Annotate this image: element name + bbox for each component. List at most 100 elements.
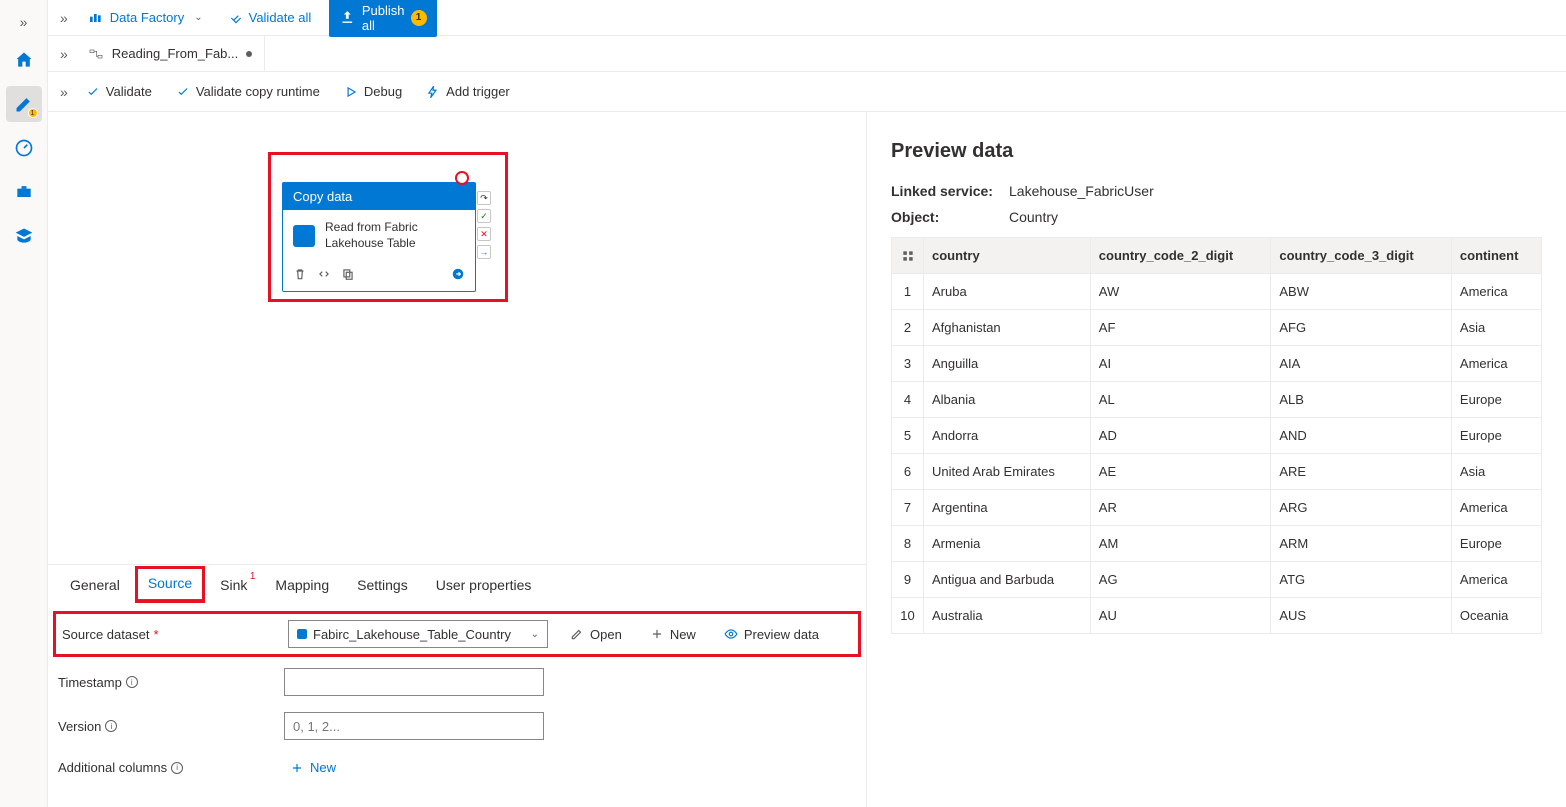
- row-index: 1: [892, 274, 924, 310]
- linked-service-value: Lakehouse_FabricUser: [1009, 183, 1154, 199]
- pipeline-icon: [88, 46, 104, 62]
- table-cell: United Arab Emirates: [924, 454, 1091, 490]
- activity-name-line2: Lakehouse Table: [325, 236, 418, 252]
- source-dataset-row: Source dataset * Fabirc_Lakehouse_Table_…: [58, 616, 856, 652]
- table-cell: ATG: [1271, 562, 1452, 598]
- check-icon: [86, 85, 100, 99]
- brand-selector[interactable]: Data Factory ⌄: [80, 6, 211, 30]
- validate-button[interactable]: Validate: [76, 78, 162, 105]
- new-label: New: [670, 627, 696, 642]
- play-icon: [344, 85, 358, 99]
- eye-icon: [724, 627, 738, 641]
- version-label: Version i: [58, 719, 268, 734]
- nav-home[interactable]: [6, 42, 42, 78]
- publish-count-badge: 1: [411, 10, 427, 26]
- handle-success-icon[interactable]: ✓: [477, 209, 491, 223]
- source-dataset-select[interactable]: Fabirc_Lakehouse_Table_Country ⌄: [288, 620, 548, 648]
- validate-all-button[interactable]: Validate all: [219, 6, 322, 29]
- table-cell: AG: [1090, 562, 1271, 598]
- file-tab[interactable]: Reading_From_Fab...: [76, 36, 265, 72]
- object-value: Country: [1009, 209, 1058, 225]
- add-column-button[interactable]: New: [284, 756, 342, 779]
- activity-name: Read from Fabric Lakehouse Table: [325, 220, 418, 251]
- table-cell: Albania: [924, 382, 1091, 418]
- new-dataset-button[interactable]: New: [644, 623, 702, 646]
- debug-button[interactable]: Debug: [334, 78, 412, 105]
- nav-manage[interactable]: [6, 174, 42, 210]
- tab-general[interactable]: General: [58, 569, 132, 601]
- nav-expand-icon[interactable]: »: [14, 8, 34, 36]
- copy-activity-node[interactable]: Copy data Read from Fabric Lakehouse Tab…: [282, 182, 476, 292]
- table-cell: AL: [1090, 382, 1271, 418]
- table-cell: ABW: [1271, 274, 1452, 310]
- nav-author[interactable]: 1: [6, 86, 42, 122]
- add-column-label: New: [310, 760, 336, 775]
- topbar: » Data Factory ⌄ Validate all Publish al…: [48, 0, 1566, 36]
- table-index-header: [892, 238, 924, 274]
- tab-user-properties[interactable]: User properties: [424, 569, 544, 601]
- info-icon[interactable]: i: [126, 676, 138, 688]
- actionrow-expand-icon[interactable]: »: [56, 80, 72, 104]
- nav-monitor[interactable]: [6, 130, 42, 166]
- add-trigger-button[interactable]: Add trigger: [416, 78, 520, 105]
- table-row: 8ArmeniaAMARMEurope: [892, 526, 1542, 562]
- publish-all-button[interactable]: Publish all 1: [329, 0, 436, 37]
- table-row: 5AndorraADANDEurope: [892, 418, 1542, 454]
- tab-sink-badge: 1: [250, 571, 256, 582]
- arrow-right-icon[interactable]: [451, 267, 465, 281]
- plus-icon: [650, 627, 664, 641]
- table-cell: Argentina: [924, 490, 1091, 526]
- table-cell: Oceania: [1451, 598, 1541, 634]
- publish-all-label: Publish all: [362, 3, 405, 33]
- row-index: 5: [892, 418, 924, 454]
- version-input[interactable]: [284, 712, 544, 740]
- table-cell: AD: [1090, 418, 1271, 454]
- table-cell: Europe: [1451, 382, 1541, 418]
- validate-copy-button[interactable]: Validate copy runtime: [166, 78, 330, 105]
- source-dataset-value: Fabirc_Lakehouse_Table_Country: [313, 627, 511, 642]
- file-tab-row: » Reading_From_Fab...: [48, 36, 1566, 72]
- handle-fail-icon[interactable]: ✕: [477, 227, 491, 241]
- table-cell: ARG: [1271, 490, 1452, 526]
- topbar-expand-icon[interactable]: »: [56, 6, 72, 30]
- unsaved-dot-icon: [246, 51, 252, 57]
- row-index: 4: [892, 382, 924, 418]
- tab-source[interactable]: Source: [136, 567, 204, 602]
- row-index: 6: [892, 454, 924, 490]
- preview-data-button[interactable]: Preview data: [718, 623, 825, 646]
- toolbox-icon: [14, 182, 34, 202]
- table-cell: America: [1451, 346, 1541, 382]
- table-header-row: country country_code_2_digit country_cod…: [892, 238, 1542, 274]
- nav-learn[interactable]: [6, 218, 42, 254]
- tabrow-expand-icon[interactable]: »: [56, 42, 72, 66]
- table-cell: Asia: [1451, 454, 1541, 490]
- table-cell: AU: [1090, 598, 1271, 634]
- info-icon[interactable]: i: [171, 762, 183, 774]
- activity-body: Read from Fabric Lakehouse Table: [283, 210, 475, 261]
- table-cell: AFG: [1271, 310, 1452, 346]
- copy-icon[interactable]: [341, 267, 355, 281]
- brand-label: Data Factory: [110, 10, 184, 25]
- table-cell: AIA: [1271, 346, 1452, 382]
- version-label-text: Version: [58, 719, 101, 734]
- tab-sink[interactable]: Sink 1: [208, 569, 259, 601]
- handle-skip-icon[interactable]: ↷: [477, 191, 491, 205]
- code-icon[interactable]: [317, 267, 331, 281]
- col-code3: country_code_3_digit: [1271, 238, 1452, 274]
- tab-mapping[interactable]: Mapping: [263, 569, 341, 601]
- timestamp-label-text: Timestamp: [58, 675, 122, 690]
- timestamp-input[interactable]: [284, 668, 544, 696]
- pipeline-canvas[interactable]: Copy data Read from Fabric Lakehouse Tab…: [48, 112, 866, 564]
- trash-icon[interactable]: [293, 267, 307, 281]
- table-row: 9Antigua and BarbudaAGATGAmerica: [892, 562, 1542, 598]
- table-row: 1ArubaAWABWAmerica: [892, 274, 1542, 310]
- tab-settings[interactable]: Settings: [345, 569, 420, 601]
- table-cell: AND: [1271, 418, 1452, 454]
- info-icon[interactable]: i: [105, 720, 117, 732]
- left-pane: Copy data Read from Fabric Lakehouse Tab…: [48, 112, 866, 807]
- handle-complete-icon[interactable]: →: [477, 245, 491, 259]
- open-dataset-button[interactable]: Open: [564, 623, 628, 646]
- open-label: Open: [590, 627, 622, 642]
- table-cell: AR: [1090, 490, 1271, 526]
- chevron-down-icon: ⌄: [531, 629, 539, 640]
